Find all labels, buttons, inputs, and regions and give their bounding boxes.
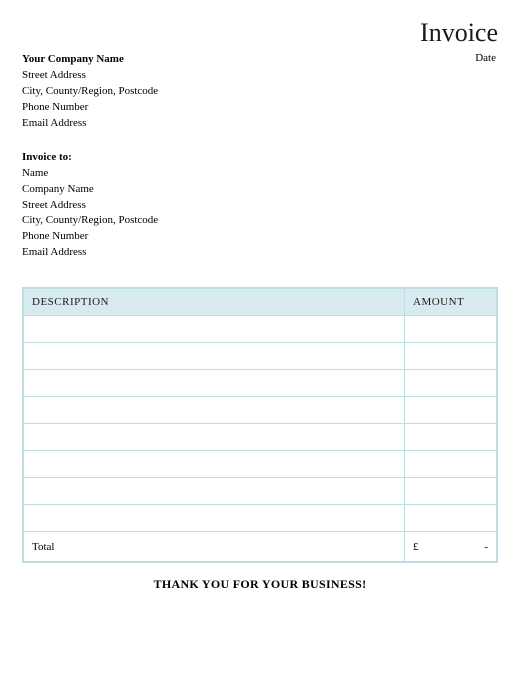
invoice-table: DESCRIPTION AMOUNT	[22, 287, 498, 563]
sender-company: Your Company Name	[22, 52, 158, 68]
thank-you-message: THANK YOU FOR YOUR BUSINESS!	[22, 577, 498, 592]
sender-phone: Phone Number	[22, 100, 158, 116]
cell-amount	[405, 478, 497, 505]
cell-amount	[405, 370, 497, 397]
recipient-city: City, County/Region, Postcode	[22, 213, 498, 229]
cell-amount	[405, 316, 497, 343]
cell-amount	[405, 505, 497, 532]
date-label: Date	[475, 52, 498, 64]
sender-address-block: Your Company Name Street Address City, C…	[22, 52, 158, 132]
invoice-to-heading: Invoice to:	[22, 150, 498, 166]
table-row	[24, 451, 497, 478]
cell-amount	[405, 397, 497, 424]
sender-email: Email Address	[22, 116, 158, 132]
currency-symbol: £	[413, 541, 419, 553]
cell-description	[24, 451, 405, 478]
total-row: Total £ -	[24, 532, 497, 562]
cell-description	[24, 343, 405, 370]
cell-description	[24, 505, 405, 532]
total-label: Total	[24, 532, 405, 562]
column-header-amount: AMOUNT	[405, 289, 497, 316]
table-row	[24, 316, 497, 343]
recipient-phone: Phone Number	[22, 229, 498, 245]
cell-description	[24, 370, 405, 397]
recipient-address-block: Invoice to: Name Company Name Street Add…	[22, 150, 498, 262]
recipient-street: Street Address	[22, 198, 498, 214]
invoice-title: Invoice	[420, 18, 498, 48]
total-value: -	[484, 541, 488, 553]
total-amount-cell: £ -	[405, 532, 497, 562]
table-row	[24, 505, 497, 532]
cell-amount	[405, 343, 497, 370]
recipient-company: Company Name	[22, 182, 498, 198]
sender-city: City, County/Region, Postcode	[22, 84, 158, 100]
cell-description	[24, 316, 405, 343]
column-header-description: DESCRIPTION	[24, 289, 405, 316]
cell-amount	[405, 424, 497, 451]
cell-description	[24, 478, 405, 505]
recipient-email: Email Address	[22, 245, 498, 261]
table-row	[24, 397, 497, 424]
cell-amount	[405, 451, 497, 478]
table-row	[24, 424, 497, 451]
recipient-name: Name	[22, 166, 498, 182]
cell-description	[24, 397, 405, 424]
cell-description	[24, 424, 405, 451]
table-row	[24, 370, 497, 397]
sender-street: Street Address	[22, 68, 158, 84]
table-row	[24, 343, 497, 370]
table-row	[24, 478, 497, 505]
